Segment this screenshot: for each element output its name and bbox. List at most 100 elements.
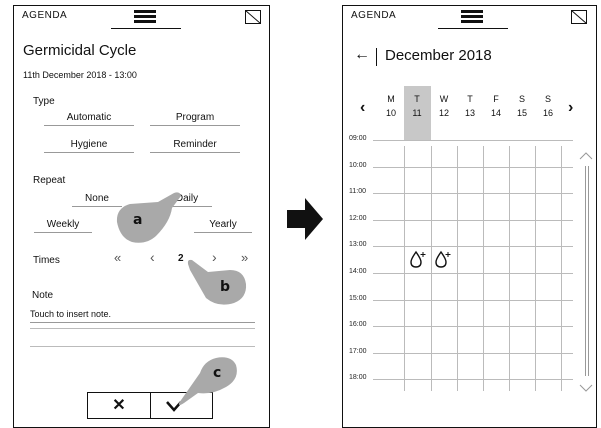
day-letter: W bbox=[439, 94, 449, 104]
day-letter: T bbox=[414, 94, 420, 104]
time-label: 11:00 bbox=[349, 188, 366, 196]
divider bbox=[30, 346, 255, 347]
day-header-2[interactable]: W 12 bbox=[431, 94, 457, 118]
day-number: 15 bbox=[516, 108, 527, 118]
day-number: 12 bbox=[438, 108, 449, 118]
day-number: 11 bbox=[412, 108, 422, 118]
grid-column-line bbox=[535, 146, 536, 391]
repeat-weekly[interactable]: Weekly bbox=[34, 219, 92, 233]
callout-c: c bbox=[213, 365, 222, 381]
type-reminder[interactable]: Reminder bbox=[150, 139, 240, 153]
prev-week-button[interactable]: ‹ bbox=[360, 99, 365, 117]
divider bbox=[30, 328, 255, 329]
repeat-none-label: None bbox=[85, 193, 109, 204]
repeat-yearly-label: Yearly bbox=[209, 219, 237, 230]
grid-row-line bbox=[373, 219, 573, 221]
grid-column-line bbox=[509, 146, 510, 391]
day-number: 16 bbox=[542, 108, 553, 118]
time-label: 16:00 bbox=[349, 321, 367, 329]
grid-column-line bbox=[431, 146, 432, 391]
times-prev-button[interactable]: ‹ bbox=[150, 249, 155, 265]
callout-b: b bbox=[220, 279, 231, 295]
type-automatic-label: Automatic bbox=[66, 112, 112, 123]
scroll-down-icon[interactable] bbox=[579, 384, 593, 394]
time-label: 12:00 bbox=[349, 214, 367, 222]
grid-row-line bbox=[373, 273, 573, 274]
grid-row-line bbox=[373, 140, 573, 141]
day-header-4[interactable]: F 14 bbox=[483, 94, 509, 118]
time-label: 13:00 bbox=[349, 241, 367, 249]
hand-pointer-icon-c bbox=[178, 357, 237, 405]
hand-pointer-icon-b bbox=[187, 259, 247, 305]
type-automatic[interactable]: Automatic bbox=[44, 112, 134, 126]
grid-row-line bbox=[373, 352, 573, 354]
day-number: 14 bbox=[490, 108, 501, 118]
day-letter: F bbox=[493, 94, 499, 104]
type-label: Type bbox=[33, 96, 55, 107]
grid-row-line bbox=[373, 166, 573, 168]
agenda-label: AGENDA bbox=[351, 10, 397, 21]
grid-column-line bbox=[483, 146, 484, 391]
day-header-3[interactable]: T 13 bbox=[457, 94, 483, 118]
page-title: Germicidal Cycle bbox=[23, 42, 137, 59]
day-number: 10 bbox=[385, 108, 396, 118]
repeat-yearly[interactable]: Yearly bbox=[194, 219, 252, 233]
type-reminder-label: Reminder bbox=[173, 139, 217, 150]
type-hygiene[interactable]: Hygiene bbox=[44, 139, 134, 153]
next-week-button[interactable]: › bbox=[568, 99, 573, 117]
day-letter: M bbox=[387, 94, 395, 104]
time-label: 15:00 bbox=[349, 294, 367, 302]
germicidal-event-icon[interactable] bbox=[408, 249, 428, 269]
battery-icon bbox=[571, 10, 587, 24]
day-header-0[interactable]: M 10 bbox=[378, 94, 404, 118]
battery-icon bbox=[245, 10, 261, 24]
grid-row-line bbox=[373, 379, 573, 381]
grid-row-line bbox=[373, 299, 573, 301]
grid-column-line bbox=[404, 146, 405, 391]
type-hygiene-label: Hygiene bbox=[70, 139, 108, 150]
right-screen: AGENDA ← December 2018 ‹ › M 10 T 11 W 12 T 13 F… bbox=[342, 5, 597, 428]
grid-row-line bbox=[373, 246, 573, 248]
day-header-1[interactable]: T 11 bbox=[404, 94, 430, 118]
grid-row-line bbox=[373, 193, 573, 195]
times-value: 2 bbox=[178, 253, 184, 264]
time-label: 14:00 bbox=[349, 268, 367, 275]
time-label: 09:00 bbox=[349, 135, 367, 142]
title-separator bbox=[376, 48, 377, 66]
day-header-6[interactable]: S 16 bbox=[535, 94, 561, 118]
repeat-label: Repeat bbox=[33, 175, 66, 186]
month-title: December 2018 bbox=[385, 47, 492, 64]
agenda-label: AGENDA bbox=[22, 10, 68, 21]
germicidal-event-icon[interactable] bbox=[433, 249, 453, 269]
hand-pointer-icon-a bbox=[116, 192, 181, 243]
grid-column-line bbox=[457, 146, 458, 391]
times-first-button[interactable]: « bbox=[114, 250, 121, 265]
day-number: 13 bbox=[464, 108, 475, 118]
event-datetime: 11th December 2018 - 13:00 bbox=[23, 70, 137, 80]
menu-icon[interactable] bbox=[134, 10, 156, 24]
transition-arrow-icon bbox=[287, 198, 323, 240]
type-program[interactable]: Program bbox=[150, 112, 240, 126]
note-placeholder: Touch to insert note. bbox=[30, 309, 112, 319]
scroll-up-icon[interactable] bbox=[579, 150, 593, 160]
scrollbar[interactable] bbox=[579, 146, 593, 396]
grid-row-line bbox=[373, 326, 573, 328]
callout-a: a bbox=[133, 212, 143, 228]
scroll-track[interactable] bbox=[585, 166, 589, 376]
cancel-button[interactable]: ✕ bbox=[88, 393, 151, 418]
grid-column-line bbox=[561, 146, 562, 391]
back-button[interactable]: ← bbox=[354, 46, 370, 64]
time-label: 18:00 bbox=[349, 374, 367, 382]
left-top-bar: AGENDA bbox=[14, 6, 269, 29]
repeat-weekly-label: Weekly bbox=[46, 219, 80, 230]
type-program-label: Program bbox=[175, 112, 215, 123]
day-header-5[interactable]: S 15 bbox=[509, 94, 535, 118]
time-label: 10:00 bbox=[349, 161, 367, 169]
day-letter: T bbox=[467, 94, 473, 104]
menu-icon[interactable] bbox=[461, 10, 483, 24]
right-top-bar: AGENDA bbox=[343, 6, 596, 29]
times-label: Times bbox=[33, 255, 60, 266]
day-letter: S bbox=[518, 94, 525, 104]
note-label: Note bbox=[32, 290, 54, 301]
time-label: 17:00 bbox=[349, 347, 367, 355]
